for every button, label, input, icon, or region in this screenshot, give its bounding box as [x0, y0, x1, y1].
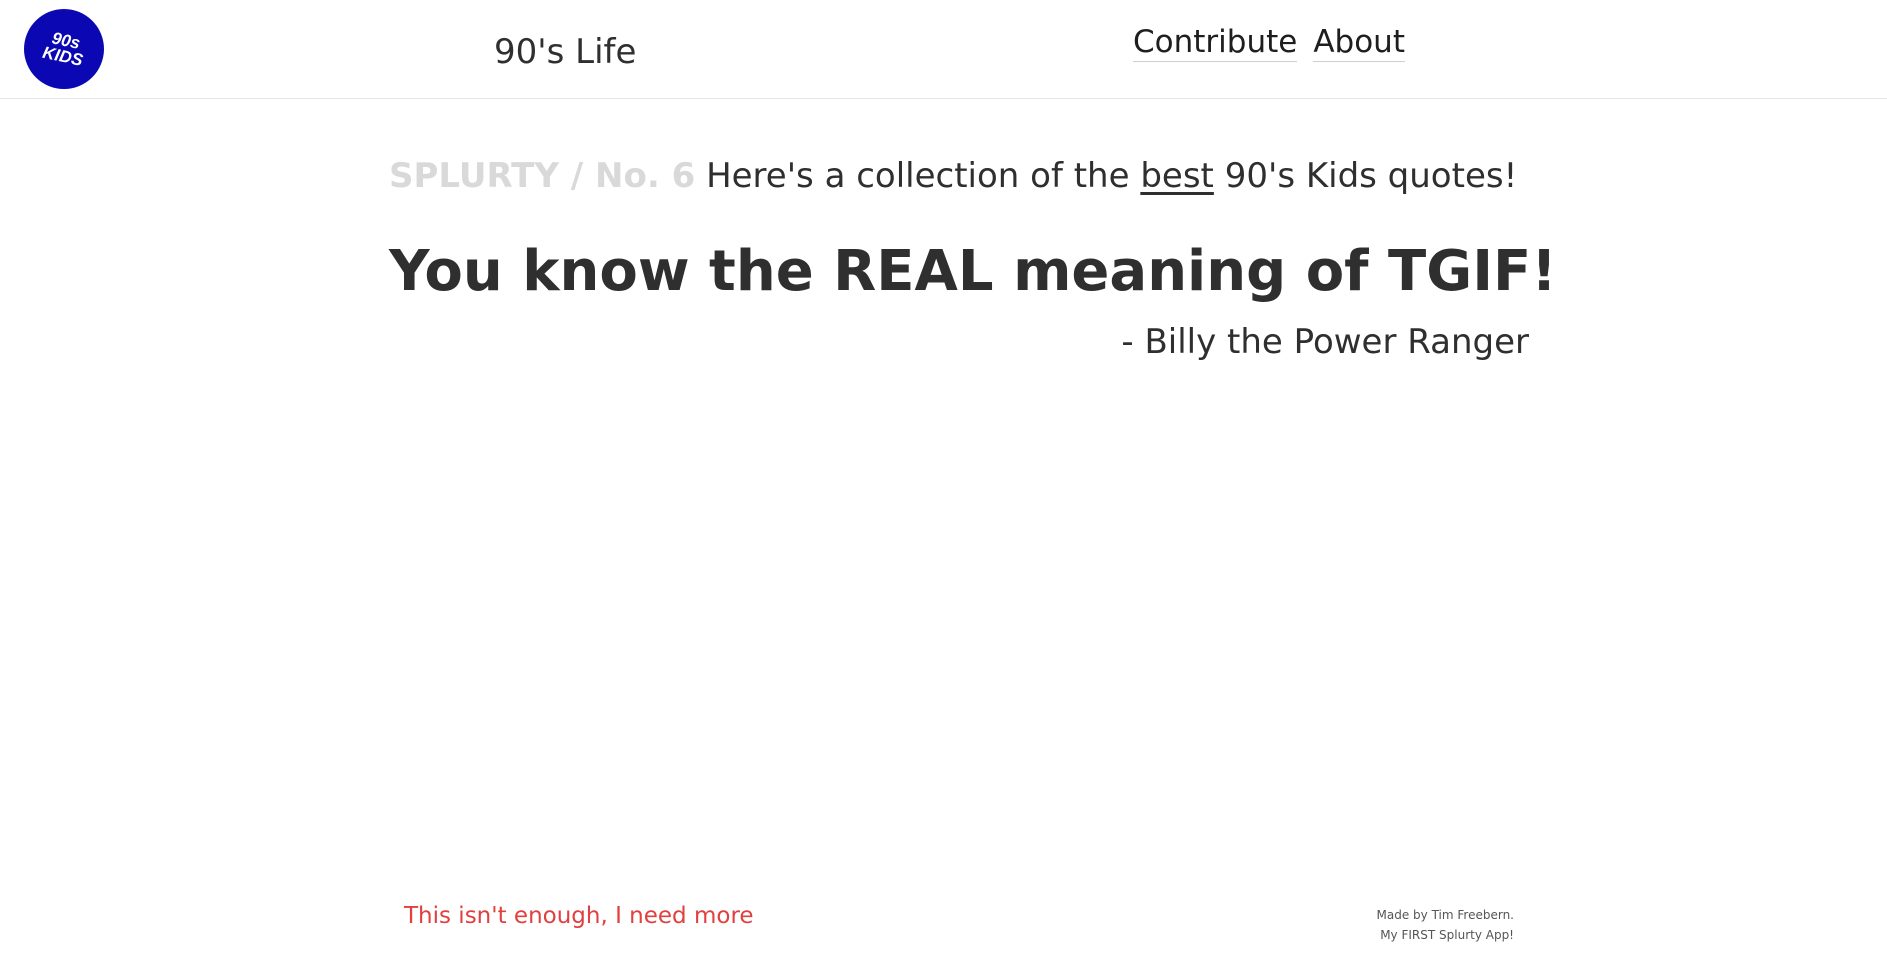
credit-line-1: Made by Tim Freebern.	[1376, 908, 1514, 922]
quote-text: You know the REAL meaning of TGIF!	[389, 239, 1557, 304]
intro-text-after: 90's Kids quotes!	[1224, 156, 1518, 196]
site-title: 90's Life	[494, 32, 637, 72]
quote-author: - Billy the Power Ranger	[1121, 322, 1529, 362]
intro-emphasis: best	[1140, 156, 1214, 196]
site-header: 90s KIDS 90's Life Contribute About	[0, 0, 1887, 99]
intro-text-before: Here's a collection of the	[706, 156, 1130, 196]
nav-contribute-link[interactable]: Contribute	[1133, 24, 1298, 62]
more-quotes-link[interactable]: This isn't enough, I need more	[404, 903, 754, 929]
intro-line: SPLURTY / No. 6 Here's a collection of t…	[389, 156, 1517, 196]
page: 90s KIDS 90's Life Contribute About SPLU…	[0, 0, 1887, 963]
logo-text: 90s KIDS	[40, 28, 85, 70]
main-nav: Contribute About	[1133, 24, 1405, 62]
footer-credits: Made by Tim Freebern. My FIRST Splurty A…	[1377, 905, 1514, 945]
credit-line-2: My FIRST Splurty App!	[1380, 928, 1514, 942]
nav-about-link[interactable]: About	[1313, 24, 1405, 62]
logo-link[interactable]: 90s KIDS	[24, 9, 104, 89]
splurty-label: SPLURTY / No. 6	[389, 156, 696, 196]
